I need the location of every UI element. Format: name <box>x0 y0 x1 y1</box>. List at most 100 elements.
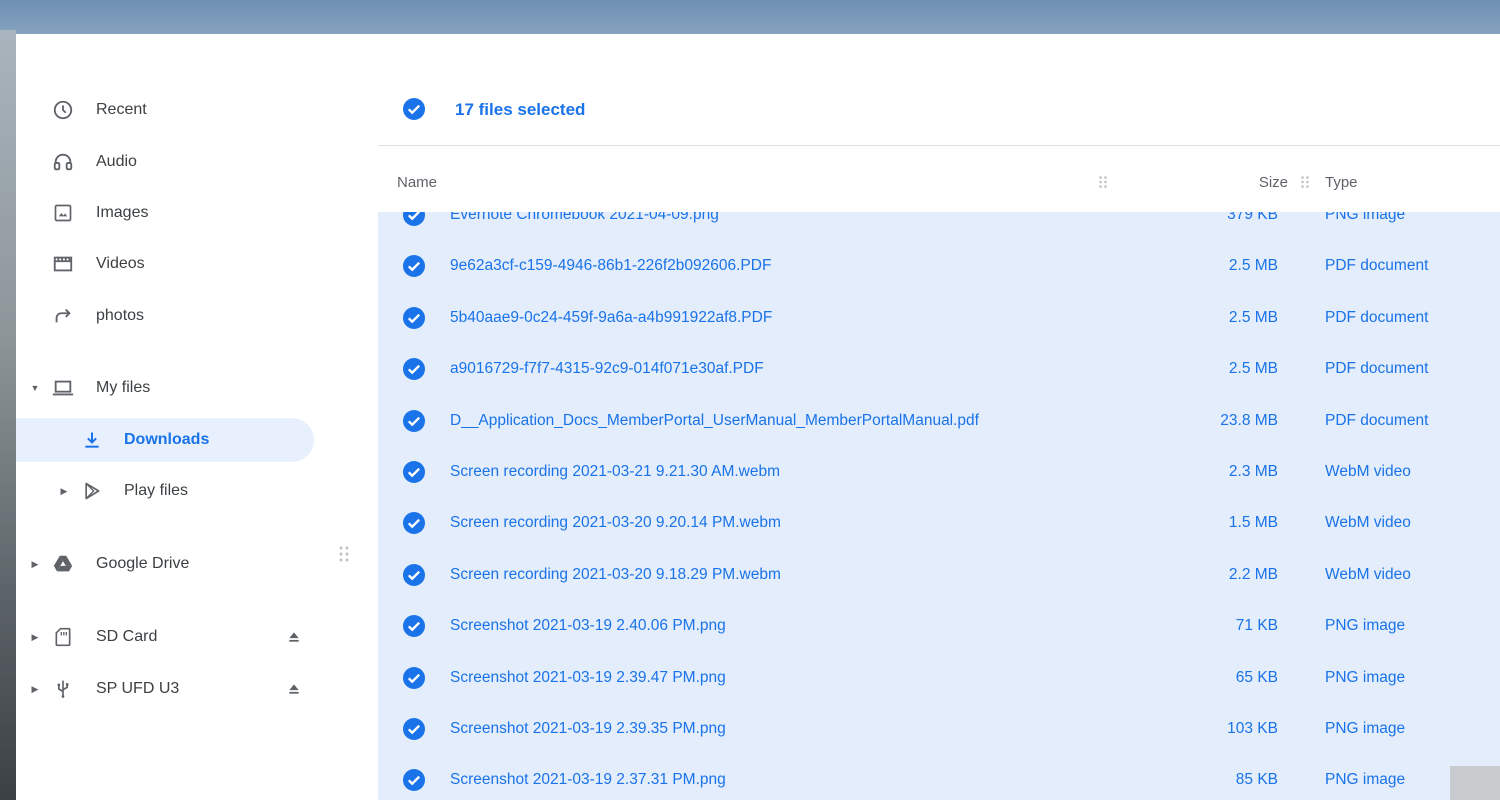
column-header-size[interactable]: Size <box>1238 174 1288 191</box>
selection-count: 17 files selected <box>455 100 586 119</box>
select-all-check-icon[interactable] <box>402 97 426 126</box>
sidebar-item-label: photos <box>96 307 145 324</box>
file-row[interactable]: 5b40aae9-0c24-459f-9a6a-a4b991922af8.PDF… <box>378 293 1500 344</box>
file-type: WebM video <box>1325 463 1411 480</box>
desktop-wallpaper <box>0 30 16 800</box>
sidebar-item-google-drive[interactable]: ▶ Google Drive <box>16 542 316 586</box>
headphones-icon <box>51 150 75 174</box>
file-row[interactable]: Screen recording 2021-03-20 9.18.29 PM.w… <box>378 550 1500 601</box>
selected-check-icon[interactable] <box>402 409 426 438</box>
file-name: Screen recording 2021-03-20 9.18.29 PM.w… <box>450 565 781 583</box>
file-name: a9016729-f7f7-4315-92c9-014f071e30af.PDF <box>450 360 764 378</box>
file-row[interactable]: Screen recording 2021-03-20 9.20.14 PM.w… <box>378 498 1500 549</box>
file-list: Evernote Chromebook 2021-04-09.png 379 KB… <box>378 212 1500 800</box>
file-row[interactable]: 9e62a3cf-c159-4946-86b1-226f2b092606.PDF… <box>378 241 1500 292</box>
sidebar-item-label: SP UFD U3 <box>96 680 180 697</box>
file-type: PNG image <box>1325 771 1406 789</box>
file-row[interactable]: Screenshot 2021-03-19 2.39.47 PM.png 65 K… <box>378 653 1500 704</box>
selected-check-icon[interactable] <box>402 717 426 746</box>
sidebar-item-videos[interactable]: Videos <box>16 242 316 286</box>
column-header-name[interactable]: Name <box>397 174 437 191</box>
selection-bar: 17 files selected <box>378 34 1500 146</box>
sidebar-item-label: My files <box>96 379 151 396</box>
sidebar-item-photos[interactable]: photos <box>16 294 316 338</box>
file-size: 71 KB <box>1235 617 1278 635</box>
file-size: 103 KB <box>1227 720 1278 737</box>
selected-check-icon[interactable] <box>402 614 426 643</box>
file-row[interactable]: Screenshot 2021-03-19 2.37.31 PM.png 85 K… <box>378 755 1500 800</box>
film-icon <box>51 252 75 276</box>
sd-card-icon <box>51 625 75 649</box>
eject-icon[interactable] <box>286 681 302 697</box>
clock-icon <box>51 98 75 122</box>
file-size: 379 KB <box>1227 212 1278 223</box>
file-row[interactable]: Screen recording 2021-03-21 9.21.30 AM.w… <box>378 447 1500 498</box>
eject-icon[interactable] <box>286 629 302 645</box>
sidebar-item-sd-card[interactable]: ▶ SD Card <box>16 615 316 659</box>
file-row[interactable]: Screenshot 2021-03-19 2.39.35 PM.png 103 … <box>378 704 1500 755</box>
file-type: PNG image <box>1325 720 1406 737</box>
file-row[interactable]: Screenshot 2021-03-19 2.40.06 PM.png 71 K… <box>378 601 1500 652</box>
file-type: WebM video <box>1325 565 1411 583</box>
sidebar-resize-handle[interactable] <box>338 545 350 563</box>
selected-check-icon[interactable] <box>402 254 426 283</box>
column-resize-handle[interactable] <box>1300 175 1310 189</box>
file-row[interactable]: D__Application_Docs_MemberPortal_UserMan… <box>378 396 1500 447</box>
sidebar-item-label: SD Card <box>96 628 158 645</box>
file-name: Screenshot 2021-03-19 2.40.06 PM.png <box>450 617 726 635</box>
file-size: 65 KB <box>1235 668 1278 686</box>
file-name: Screen recording 2021-03-20 9.20.14 PM.w… <box>450 514 781 532</box>
download-icon <box>80 428 104 452</box>
file-size: 85 KB <box>1235 771 1278 789</box>
file-row[interactable]: Evernote Chromebook 2021-04-09.png 379 KB… <box>378 212 1500 241</box>
expand-caret-icon[interactable]: ▶ <box>29 631 41 643</box>
file-name: D__Application_Docs_MemberPortal_UserMan… <box>450 411 979 429</box>
file-type: PDF document <box>1325 257 1429 275</box>
sidebar-item-sp-ufd-u3[interactable]: ▶ SP UFD U3 <box>16 667 316 711</box>
expand-caret-icon[interactable]: ▶ <box>29 683 41 695</box>
file-type: PNG image <box>1325 617 1406 635</box>
selected-check-icon[interactable] <box>402 563 426 592</box>
selected-check-icon[interactable] <box>402 666 426 695</box>
sidebar: Recent Audio Images Videos photos ▼ My f… <box>16 34 378 800</box>
file-name: 9e62a3cf-c159-4946-86b1-226f2b092606.PDF <box>450 257 772 275</box>
sidebar-item-recent[interactable]: Recent <box>16 88 316 132</box>
column-header-type[interactable]: Type <box>1325 174 1358 191</box>
file-row[interactable]: a9016729-f7f7-4315-92c9-014f071e30af.PDF… <box>378 344 1500 395</box>
sidebar-item-images[interactable]: Images <box>16 191 316 235</box>
sidebar-item-label: Play files <box>124 482 189 499</box>
scrollbar-thumb[interactable] <box>1450 766 1500 800</box>
selected-check-icon[interactable] <box>402 460 426 489</box>
file-size: 2.5 MB <box>1228 257 1278 275</box>
sidebar-item-downloads[interactable]: Downloads <box>16 418 314 462</box>
selected-check-icon[interactable] <box>402 357 426 386</box>
sidebar-item-label: Google Drive <box>96 555 190 572</box>
column-resize-handle[interactable] <box>1098 175 1108 189</box>
selected-check-icon[interactable] <box>402 306 426 335</box>
file-type: PDF document <box>1325 411 1429 429</box>
selected-check-icon[interactable] <box>402 511 426 540</box>
file-name: Screenshot 2021-03-19 2.39.47 PM.png <box>450 668 726 686</box>
file-name: 5b40aae9-0c24-459f-9a6a-a4b991922af8.PDF <box>450 308 773 326</box>
expand-caret-icon[interactable]: ▼ <box>29 382 41 394</box>
sidebar-item-play-files[interactable]: ▶ Play files <box>16 469 316 513</box>
file-type: PNG image <box>1325 668 1406 686</box>
file-size: 2.3 MB <box>1228 463 1278 480</box>
file-size: 1.5 MB <box>1228 514 1278 532</box>
sidebar-item-audio[interactable]: Audio <box>16 140 316 184</box>
selected-check-icon[interactable] <box>402 212 426 232</box>
shared-arrow-icon <box>51 304 75 328</box>
file-type: WebM video <box>1325 514 1411 532</box>
file-size: 2.5 MB <box>1228 308 1278 326</box>
sidebar-item-label: Downloads <box>124 431 210 448</box>
selected-check-icon[interactable] <box>402 768 426 797</box>
expand-caret-icon[interactable]: ▶ <box>29 558 41 570</box>
laptop-icon <box>51 376 75 400</box>
sidebar-item-my-files[interactable]: ▼ My files <box>16 366 316 410</box>
expand-caret-icon[interactable]: ▶ <box>58 485 70 497</box>
sidebar-item-label: Recent <box>96 101 147 118</box>
file-name: Screenshot 2021-03-19 2.39.35 PM.png <box>450 720 726 737</box>
files-app-window: Recent Audio Images Videos photos ▼ My f… <box>16 34 1500 800</box>
file-list-panel: 17 files selected Name Size Type Evernot… <box>378 34 1500 800</box>
play-store-icon <box>80 479 104 503</box>
